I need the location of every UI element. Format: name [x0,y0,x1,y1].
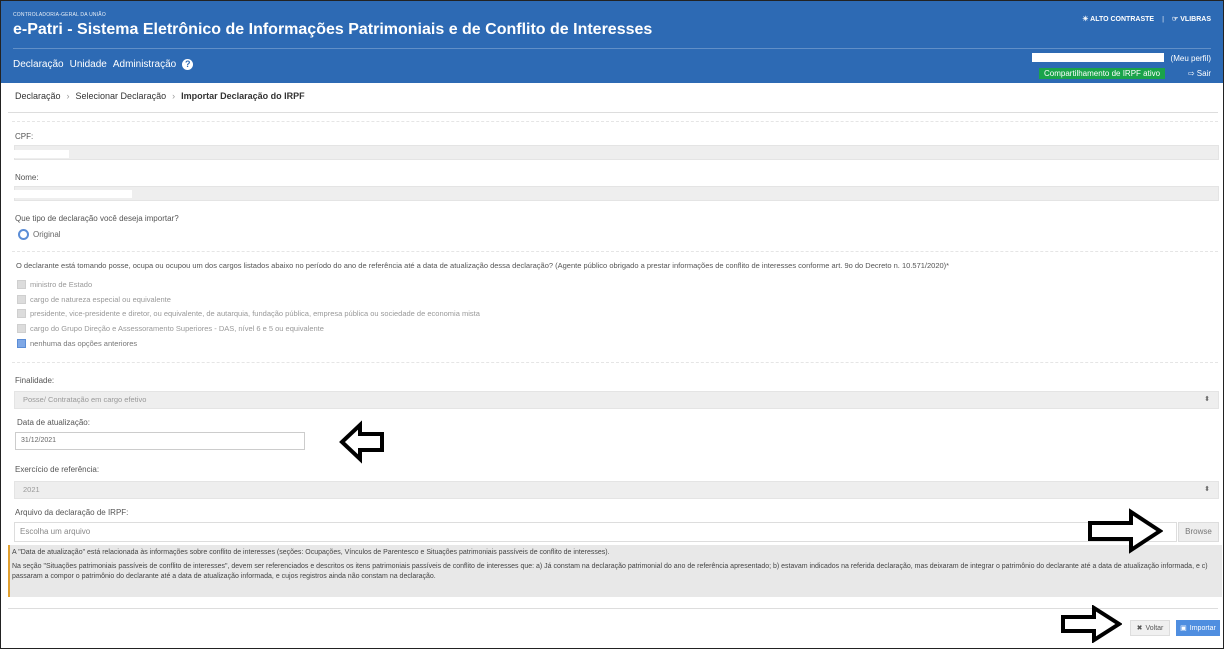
org-name: CONTROLADORIA-GERAL DA UNIÃO [13,12,106,18]
checkbox-presidente[interactable]: presidente, vice-presidente e diretor, o… [17,309,480,318]
section-divider [12,121,1218,122]
right-arrow-annotation-icon [1061,605,1122,643]
nav-item-unidade[interactable]: Unidade [70,59,107,70]
breadcrumb-selecionar[interactable]: Selecionar Declaração [76,91,167,101]
checkbox-nenhuma[interactable]: nenhuma das opções anteriores [17,339,137,348]
my-profile-link[interactable]: (Meu perfil) [1171,54,1211,63]
app-title[interactable]: e-Patri - Sistema Eletrônico de Informaç… [13,21,652,39]
redacted-cpf [14,150,69,158]
nome-field [14,186,1219,201]
logout-link[interactable]: ⇨ Sair [1188,69,1211,78]
radio-icon[interactable] [18,229,29,240]
browse-button[interactable]: Browse [1178,522,1219,542]
checkbox-icon[interactable] [17,295,26,304]
main-nav: Declaração Unidade Administração ? [13,59,194,70]
cargos-question: O declarante está tomando posse, ocupa o… [16,261,950,270]
app-header: CONTROLADORIA-GERAL DA UNIÃO e-Patri - S… [1,1,1223,83]
breadcrumb-declaracao[interactable]: Declaração [15,91,61,101]
divider: | [1162,15,1165,23]
breadcrumb: Declaração › Selecionar Declaração › Imp… [15,91,305,101]
exercicio-label: Exercício de referência: [15,465,100,474]
select-caret-icon: ⬍ [1204,486,1210,493]
exercicio-select[interactable]: 2021 ⬍ [14,481,1219,499]
irpf-sharing-badge: Compartilhamento de IRPF ativo [1039,68,1166,79]
vlibras-link[interactable]: ☞ VLIBRAS [1172,15,1211,23]
checkbox-checked-icon[interactable] [17,339,26,348]
cpf-field [14,145,1219,160]
nav-item-administracao[interactable]: Administração [113,59,176,70]
tipo-label: Que tipo de declaração você deseja impor… [15,214,179,223]
high-contrast-toggle[interactable]: ☀ ALTO CONTRASTE [1082,15,1154,23]
section-divider [12,251,1218,252]
user-area: (Meu perfil) Compartilhamento de IRPF at… [1031,52,1211,80]
data-label: Data de atualização: [17,418,90,427]
radio-original[interactable]: Original [18,229,61,240]
checkbox-icon[interactable] [17,280,26,289]
header-divider [13,48,1211,49]
checkbox-label: ministro de Estado [30,280,93,289]
data-atualizacao-input[interactable]: 31/12/2021 [15,432,305,450]
chevron-right-icon: › [172,91,176,101]
section-divider [12,362,1218,363]
left-arrow-annotation-icon [339,420,384,464]
checkbox-label: presidente, vice-presidente e diretor, o… [30,309,480,318]
logout-icon: ⇨ [1187,69,1195,78]
finalidade-label: Finalidade: [15,376,55,385]
save-icon: ▣ [1180,625,1187,632]
checkbox-natureza-especial[interactable]: cargo de natureza especial ou equivalent… [17,295,171,304]
redacted-user-name [1032,53,1164,62]
back-button[interactable]: ✖ Voltar [1130,620,1170,636]
right-arrow-annotation-icon [1088,508,1163,554]
cpf-label: CPF: [15,132,34,141]
redacted-name [14,190,132,198]
nome-label: Nome: [15,173,39,182]
footer-divider [8,608,1218,609]
exercicio-value: 2021 [23,485,40,494]
breadcrumb-current: Importar Declaração do IRPF [181,91,305,101]
help-icon[interactable]: ? [182,59,194,70]
checkbox-label: cargo de natureza especial ou equivalent… [30,295,171,304]
import-button[interactable]: ▣ Importar [1176,620,1220,636]
accessibility-bar: ☀ ALTO CONTRASTE | ☞ VLIBRAS [1082,15,1211,24]
arquivo-file-input[interactable]: Escolha um arquivo [14,522,1177,542]
hand-icon: ☞ [1172,16,1179,23]
notice-paragraph-2: Na seção "Situações patrimoniais passíve… [12,563,1208,580]
nav-item-declaracao[interactable]: Declaração [13,59,64,70]
info-notice: A "Data de atualização" está relacionada… [8,545,1222,597]
arquivo-label: Arquivo da declaração de IRPF: [15,508,129,517]
chevron-right-icon: › [66,91,70,101]
contrast-icon: ☀ [1082,16,1089,23]
close-icon: ✖ [1136,625,1143,632]
checkbox-ministro[interactable]: ministro de Estado [17,280,92,289]
finalidade-value: Posse/ Contratação em cargo efetivo [23,395,147,404]
finalidade-select[interactable]: Posse/ Contratação em cargo efetivo ⬍ [14,391,1219,409]
notice-paragraph-1: A "Data de atualização" está relacionada… [12,549,610,556]
breadcrumb-divider [8,112,1218,113]
radio-original-label: Original [33,230,61,239]
checkbox-icon[interactable] [17,309,26,318]
checkbox-das[interactable]: cargo do Grupo Direção e Assessoramento … [17,324,324,333]
checkbox-label: cargo do Grupo Direção e Assessoramento … [30,324,324,333]
checkbox-icon[interactable] [17,324,26,333]
select-caret-icon: ⬍ [1204,396,1210,403]
checkbox-label: nenhuma das opções anteriores [30,339,138,348]
